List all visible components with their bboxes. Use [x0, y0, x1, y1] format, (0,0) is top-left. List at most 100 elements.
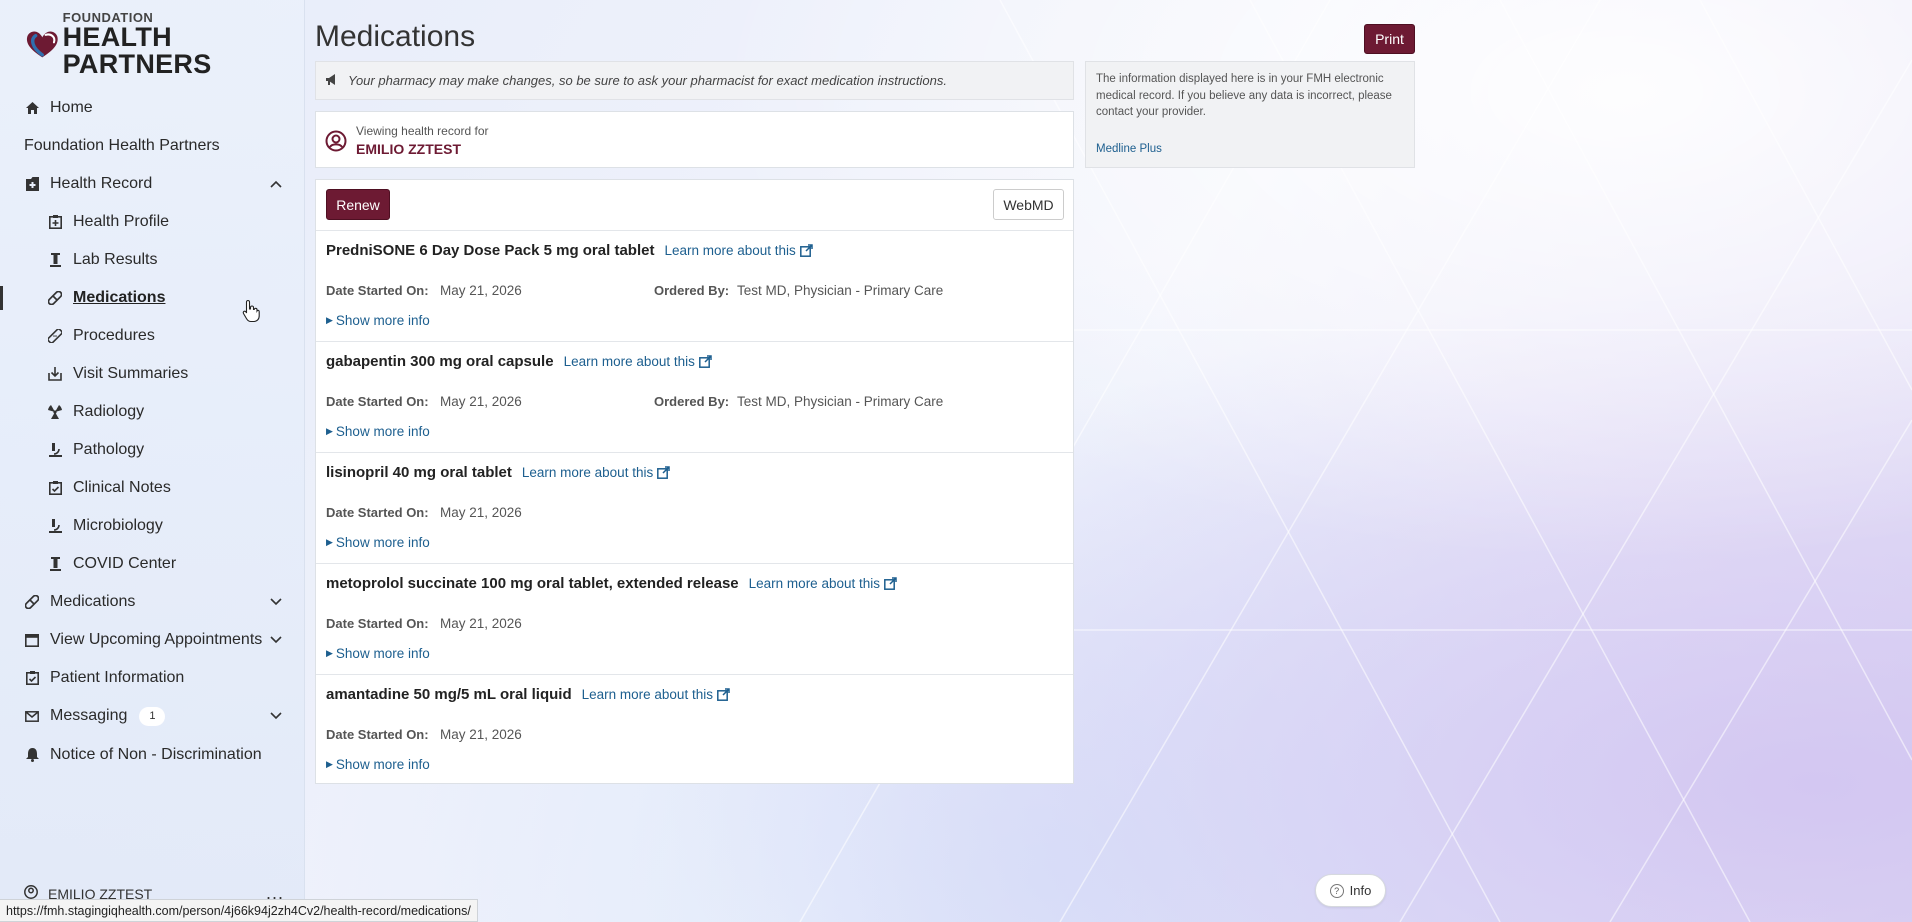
learn-more-text: Learn more about this [581, 687, 713, 702]
sidebar-item-lab-results[interactable]: Lab Results [0, 245, 305, 275]
medline-plus-link[interactable]: Medline Plus [1096, 141, 1162, 158]
sidebar-item-foundation-health-partners[interactable]: Foundation Health Partners [0, 131, 305, 161]
info-button[interactable]: ? Info [1315, 874, 1386, 907]
learn-more-text: Learn more about this [521, 465, 654, 480]
viewing-record-card: Viewing health record for EMILIO ZZTEST [315, 111, 1074, 168]
show-more-text: Show more info [335, 757, 430, 772]
download-icon [47, 366, 63, 382]
sidebar-item-clinical-notes[interactable]: Clinical Notes [0, 473, 305, 503]
show-more-info-link[interactable]: ▶ Show more info [326, 757, 430, 772]
show-more-info-link[interactable]: ▶ Show more info [326, 535, 430, 550]
learn-more-text: Learn more about this [748, 576, 880, 591]
sidebar-item-health-record[interactable]: Health Record [0, 169, 305, 199]
sidebar-item-health-profile[interactable]: Health Profile [0, 207, 305, 237]
chevron-down-icon[interactable] [269, 595, 283, 609]
sidebar-item-label: Visit Summaries [73, 365, 189, 382]
external-link-icon [717, 688, 730, 701]
medication-item: PredniSONE 6 Day Dose Pack 5 mg oral tab… [316, 231, 1073, 342]
radiation-icon [47, 404, 63, 420]
medication-item: amantadine 50 mg/5 mL oral liquid Learn … [316, 675, 1073, 786]
sidebar-item-covid-center[interactable]: COVID Center [0, 549, 305, 579]
date-started-label: Date Started On: [326, 283, 429, 298]
show-more-info-link[interactable]: ▶ Show more info [326, 313, 430, 328]
medication-name: PredniSONE 6 Day Dose Pack 5 mg oral tab… [326, 242, 655, 259]
sidebar-item-pathology[interactable]: Pathology [0, 435, 305, 465]
clipboard-check-icon [24, 670, 40, 686]
sidebar-item-non-discrimination[interactable]: Notice of Non - Discrimination [0, 740, 305, 770]
ordered-by-value: Test MD, Physician - Primary Care [737, 283, 944, 298]
show-more-info-link[interactable]: ▶ Show more info [326, 646, 430, 661]
sidebar-item-label: Medications [73, 289, 166, 306]
sidebar-item-medications-section[interactable]: Medications [0, 587, 305, 617]
sidebar-item-label: Foundation Health Partners [24, 137, 220, 154]
flask-icon [47, 556, 63, 572]
home-icon [24, 100, 40, 116]
ehr-info-box: The information displayed here is in you… [1085, 61, 1415, 168]
question-icon: ? [1329, 883, 1344, 898]
ordered-by-label: Ordered By: [654, 283, 730, 298]
sidebar-item-upcoming-appointments[interactable]: View Upcoming Appointments [0, 625, 305, 655]
sidebar-item-label: Medications [50, 593, 136, 610]
external-link-icon [698, 355, 712, 368]
pill-icon [47, 290, 63, 306]
medication-item: lisinopril 40 mg oral tablet Learn more … [316, 453, 1073, 564]
date-started-label: Date Started On: [326, 505, 429, 520]
sidebar-item-label: Pathology [73, 441, 145, 458]
calendar-icon [24, 632, 40, 648]
sidebar-item-label: Patient Information [50, 669, 185, 686]
pill-icon [24, 594, 40, 610]
sidebar-item-radiology[interactable]: Radiology [0, 397, 305, 427]
sidebar-item-visit-summaries[interactable]: Visit Summaries [0, 359, 305, 389]
bell-icon [24, 747, 40, 763]
status-bar-url: https://fmh.stagingiqhealth.com/person/4… [0, 899, 478, 922]
date-started-value: May 21, 2026 [440, 283, 522, 298]
chevron-down-icon[interactable] [269, 709, 283, 723]
sidebar-item-label: Procedures [73, 327, 155, 344]
sidebar-item-label: Messaging [50, 707, 128, 724]
sidebar-item-messaging[interactable]: Messaging 1 [0, 701, 305, 731]
medication-item: gabapentin 300 mg oral capsule Learn mor… [316, 342, 1073, 453]
caret-right-icon: ▶ [326, 315, 333, 325]
sidebar-item-label: Home [50, 99, 93, 116]
medication-name: metoprolol succinate 100 mg oral tablet,… [326, 575, 739, 592]
clipboard-check-icon [47, 480, 63, 496]
chevron-down-icon[interactable] [269, 633, 283, 647]
date-started-label: Date Started On: [326, 616, 429, 631]
viewing-label: Viewing health record for [356, 124, 489, 138]
ordered-by-label: Ordered By: [654, 394, 730, 409]
sidebar-item-microbiology[interactable]: Microbiology [0, 511, 305, 541]
learn-more-link[interactable]: Learn more about this [564, 354, 712, 369]
sidebar-item-label: View Upcoming Appointments [50, 631, 263, 648]
info-button-label: Info [1349, 883, 1372, 898]
print-button[interactable]: Print [1364, 24, 1415, 54]
user-circle-icon [325, 130, 347, 152]
pharmacy-notice: Your pharmacy may make changes, so be su… [315, 61, 1074, 100]
show-more-info-link[interactable]: ▶ Show more info [326, 424, 430, 439]
learn-more-link[interactable]: Learn more about this [522, 465, 670, 480]
learn-more-link[interactable]: Learn more about this [749, 576, 897, 591]
sidebar-item-label: Microbiology [73, 517, 163, 534]
show-more-text: Show more info [335, 646, 430, 661]
brand-logo[interactable]: FOUNDATION HEALTH PARTNERS [24, 11, 284, 77]
sidebar-item-label: Notice of Non - Discrimination [50, 746, 262, 763]
page-title: Medications [315, 20, 476, 53]
renew-button[interactable]: Renew [326, 189, 390, 220]
sidebar-item-procedures[interactable]: Procedures [0, 321, 305, 351]
sidebar-item-home[interactable]: Home [0, 93, 305, 123]
sidebar-item-patient-information[interactable]: Patient Information [0, 663, 305, 693]
medication-item: metoprolol succinate 100 mg oral tablet,… [316, 564, 1073, 675]
chevron-up-icon[interactable] [269, 177, 283, 191]
notice-text: Your pharmacy may make changes, so be su… [348, 73, 947, 88]
learn-more-text: Learn more about this [664, 243, 796, 258]
external-link-icon [799, 244, 813, 257]
date-started-value: May 21, 2026 [440, 616, 522, 631]
learn-more-link[interactable]: Learn more about this [582, 687, 730, 702]
sidebar: FOUNDATION HEALTH PARTNERS Home Foundati… [0, 0, 305, 922]
medications-panel: Renew WebMD PredniSONE 6 Day Dose Pack 5… [315, 179, 1074, 784]
webmd-button[interactable]: WebMD [993, 189, 1064, 220]
clipboard-icon [47, 214, 63, 230]
show-more-text: Show more info [335, 424, 430, 439]
learn-more-text: Learn more about this [563, 354, 695, 369]
learn-more-link[interactable]: Learn more about this [664, 243, 813, 258]
external-link-icon [657, 466, 670, 479]
